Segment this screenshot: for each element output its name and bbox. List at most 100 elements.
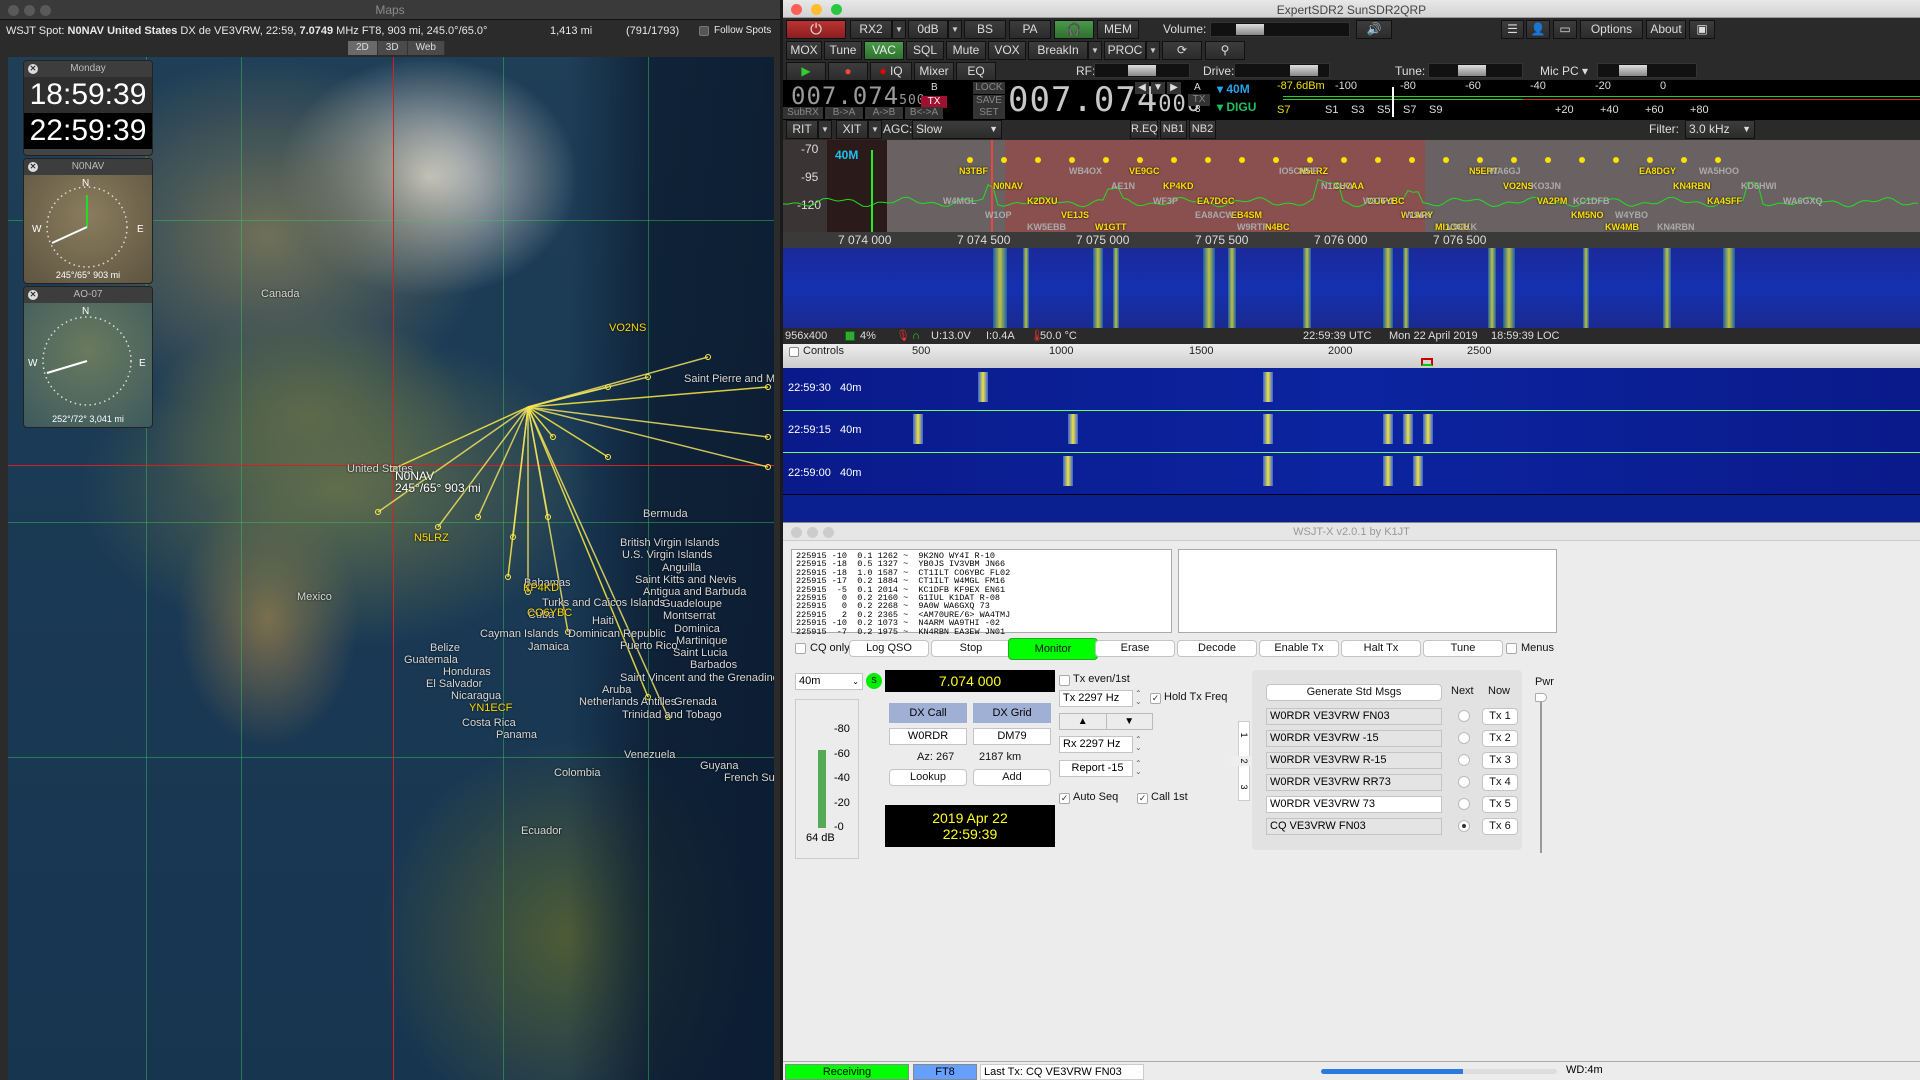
xit-dropdown[interactable]: ▼ [868, 120, 882, 139]
a-to-b-button[interactable]: A->B [865, 107, 903, 119]
set-rx-to-tx-button[interactable]: ▼ [1107, 714, 1153, 729]
slider-knob[interactable] [1619, 65, 1648, 76]
spectrum-spot-callsign[interactable]: V9EKK [1447, 222, 1477, 232]
spectrum-spot-callsign[interactable]: W4MGL [943, 196, 977, 206]
tx-message-field[interactable]: CQ VE3VRW FN03 [1266, 818, 1442, 835]
tx-message-field[interactable]: W0RDR VE3VRW FN03 [1266, 708, 1442, 725]
tx-now-button[interactable]: Tx 3 [1482, 752, 1518, 769]
view-tab-2d[interactable]: 2D [348, 41, 378, 55]
spectrum-spot-callsign[interactable]: IO5CNPP [1279, 166, 1319, 176]
spectrum-spot-callsign[interactable]: N1AHO [1321, 181, 1353, 191]
spectrum-spot-callsign[interactable]: WA5HOO [1699, 166, 1739, 176]
band-selector[interactable]: ▾ 40M [1217, 82, 1250, 96]
power-slider[interactable] [1540, 693, 1542, 853]
view-tab-web[interactable]: Web [407, 41, 445, 55]
filter-dropdown[interactable]: 3.0 kHz ▼ [1685, 120, 1755, 139]
mode-selector[interactable]: ▾ DIGU [1217, 100, 1256, 114]
tune-button[interactable]: Tune [1423, 640, 1503, 657]
eq-button[interactable]: EQ [956, 62, 996, 81]
subrx-button[interactable]: SubRX [783, 107, 823, 119]
mixer-button[interactable]: Mixer [914, 62, 954, 81]
spectrum-spot-callsign[interactable]: VO2NS [1503, 181, 1534, 191]
spectrum-spot-callsign[interactable]: WF3P [1153, 196, 1178, 206]
b-to-a-button[interactable]: B->A [825, 107, 863, 119]
spectrum-spot-callsign[interactable]: KP4KD [1163, 181, 1194, 191]
spectrum-spot-callsign[interactable]: WA6GXQ [1783, 196, 1823, 206]
spectrum-spot-callsign[interactable]: W1OP [985, 210, 1012, 220]
spectrum-spot-callsign[interactable]: KM5NO [1571, 210, 1604, 220]
next-tx-radio[interactable] [1458, 776, 1470, 788]
slider-knob[interactable] [1290, 65, 1319, 76]
attenuator-button[interactable]: 0dB [908, 20, 948, 39]
waterfall-display[interactable] [783, 248, 1920, 328]
spectrum-spot-callsign[interactable]: EB4SM [1231, 210, 1262, 220]
mem-button[interactable]: MEM [1097, 20, 1139, 39]
slider-knob[interactable] [1458, 65, 1487, 76]
fullscreen-button[interactable]: ▣ [1689, 20, 1715, 39]
pa-button[interactable]: PA [1009, 20, 1051, 39]
tx-now-button[interactable]: Tx 2 [1482, 730, 1518, 747]
next-tx-radio[interactable] [1458, 754, 1470, 766]
record-button[interactable]: ● [828, 62, 868, 81]
vox-button[interactable]: VOX [988, 41, 1026, 60]
monitor-button[interactable]: Monitor [1008, 638, 1098, 660]
call-1st-checkbox[interactable]: ✓ [1137, 793, 1148, 804]
halt-tx-button[interactable]: Halt Tx [1341, 640, 1421, 657]
spectrum-spot-callsign[interactable]: EA7DGC [1197, 196, 1235, 206]
enable-tx-button[interactable]: Enable Tx [1259, 640, 1339, 657]
spectrum-spot-callsign[interactable]: N0NAV [993, 181, 1023, 191]
sql-button[interactable]: SQL [906, 41, 944, 60]
decode-button[interactable]: Decode [1177, 640, 1257, 657]
stop-button[interactable]: Stop [931, 640, 1011, 657]
mic-source-dropdown[interactable]: Mic PC ▾ [1540, 64, 1588, 78]
speaker-button[interactable]: 🔊 [1356, 20, 1392, 39]
spectrum-spot-callsign[interactable]: KW5EBB [1027, 222, 1066, 232]
tx-message-field[interactable]: W0RDR VE3VRW 73 [1266, 796, 1442, 813]
spot-callsign[interactable]: VO2NS [609, 322, 646, 334]
menus-checkbox[interactable] [1506, 643, 1517, 654]
erase-button[interactable]: Erase [1095, 640, 1175, 657]
next-tx-radio[interactable] [1458, 710, 1470, 722]
spectrum-spot-callsign[interactable]: EA8ACW [1195, 210, 1234, 220]
loop-button[interactable]: ⟳ [1162, 41, 1202, 60]
agc-dropdown[interactable]: Slow ▼ [912, 120, 1002, 139]
profile-button[interactable]: 👤 [1526, 20, 1550, 39]
volume-slider[interactable] [1210, 22, 1350, 37]
slider-knob[interactable] [1128, 65, 1156, 76]
spot-callsign[interactable]: N5LRZ [414, 532, 449, 544]
view-tab-3d[interactable]: 3D [377, 41, 408, 55]
play-button[interactable]: ▶ [786, 62, 826, 81]
set-tx-to-rx-button[interactable]: ▲ [1060, 714, 1107, 729]
rx2-dropdown[interactable]: ▼ [892, 20, 906, 39]
controls-checkbox[interactable] [789, 347, 799, 357]
spectrum-spot-callsign[interactable]: KA4SFF [1707, 196, 1742, 206]
spin-arrows-icon[interactable]: ⌃ ⌄ [1135, 736, 1143, 753]
slider-knob[interactable] [1235, 24, 1264, 35]
spectrum-spot-callsign[interactable]: W9TPJ [1363, 196, 1393, 206]
tune-button[interactable]: Tune [824, 41, 862, 60]
spot-callsign[interactable]: KP4KD [523, 582, 559, 594]
tx-now-button[interactable]: Tx 6 [1482, 818, 1518, 835]
spectrum-spot-callsign[interactable]: VE9GC [1129, 166, 1160, 176]
spectrum-spot-callsign[interactable]: W1GTT [1095, 222, 1127, 232]
nb2-button[interactable]: NB2 [1189, 120, 1216, 139]
spectrum-spot-callsign[interactable]: KN4RBN [1673, 181, 1711, 191]
about-button[interactable]: About [1646, 20, 1686, 39]
nb1-button[interactable]: NB1 [1160, 120, 1187, 139]
dx-grid-input[interactable]: DM79 [973, 728, 1051, 745]
tx-message-field[interactable]: W0RDR VE3VRW R-15 [1266, 752, 1442, 769]
power-slider-handle[interactable] [1535, 693, 1547, 702]
vac-button[interactable]: VAC [864, 41, 904, 60]
rx-frequency-list[interactable] [1178, 549, 1557, 633]
add-button[interactable]: Add [973, 769, 1051, 786]
spectrum-spot-callsign[interactable]: KN4RBN [1657, 222, 1695, 232]
mox-button[interactable]: MOX [786, 41, 822, 60]
close-widget-icon[interactable]: ✕ [28, 64, 38, 74]
rit-dropdown[interactable]: ▼ [818, 120, 832, 139]
spectrum-display[interactable]: 40M -70 -95 -120 N3TBF N0NAV K2DXU VE1JS W1G… [783, 140, 1920, 248]
spectrum-spot-callsign[interactable]: WA6GJ [1489, 166, 1521, 176]
breakin-dropdown[interactable]: ▼ [1088, 41, 1102, 60]
step-down-button[interactable]: ▼ [1151, 82, 1165, 94]
mic-button[interactable]: ⚲ [1205, 41, 1245, 60]
swap-ab-button[interactable]: B<->A [905, 107, 943, 119]
